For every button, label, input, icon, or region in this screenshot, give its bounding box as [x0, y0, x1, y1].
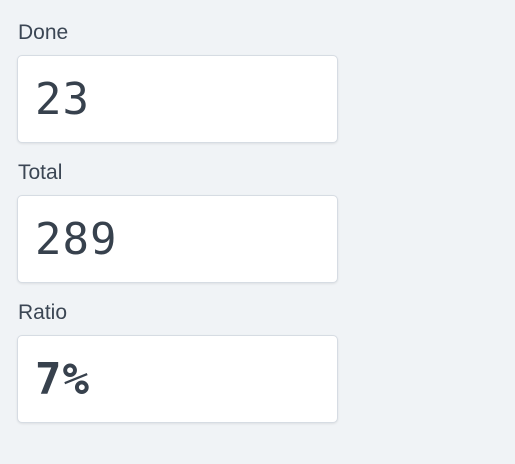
- ratio-field-group: Ratio 7%: [17, 302, 338, 423]
- ratio-output: 7%: [17, 335, 338, 423]
- done-field-group: Done 23: [17, 22, 338, 143]
- ratio-label: Ratio: [18, 301, 68, 324]
- done-value: 23: [35, 74, 90, 125]
- total-value: 289: [35, 214, 118, 265]
- done-input[interactable]: 23: [17, 55, 338, 143]
- total-label: Total: [18, 161, 63, 184]
- total-input[interactable]: 289: [17, 195, 338, 283]
- total-field-group: Total 289: [17, 162, 338, 283]
- done-label: Done: [18, 21, 69, 44]
- ratio-value: 7%: [35, 354, 90, 405]
